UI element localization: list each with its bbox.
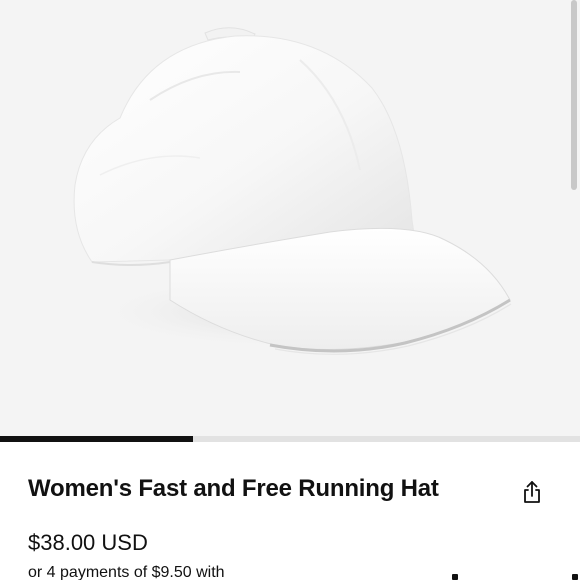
share-icon bbox=[524, 481, 540, 503]
product-title: Women's Fast and Free Running Hat bbox=[28, 475, 439, 502]
share-button[interactable] bbox=[518, 478, 546, 506]
installment-text: or 4 payments of $9.50 with bbox=[28, 564, 225, 580]
product-price: $38.00 USD bbox=[28, 530, 148, 555]
image-carousel-progress bbox=[0, 436, 580, 442]
scrollbar-thumb[interactable] bbox=[571, 0, 577, 190]
product-page: Women's Fast and Free Running Hat $38.00… bbox=[0, 0, 580, 580]
cap-icon bbox=[73, 27, 512, 355]
image-carousel-progress-fill bbox=[0, 436, 193, 442]
product-image[interactable] bbox=[0, 0, 580, 436]
partial-logo-mark bbox=[452, 574, 458, 580]
partial-logo-mark bbox=[572, 574, 578, 580]
